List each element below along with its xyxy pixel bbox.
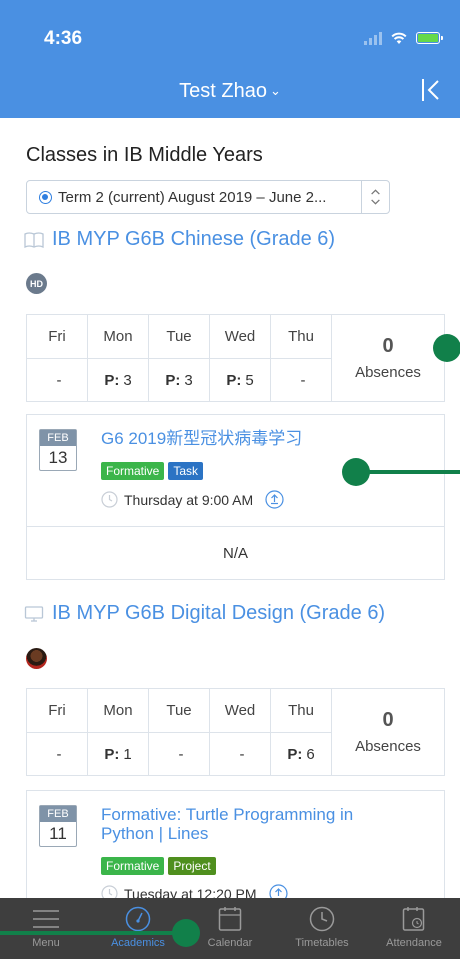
attendance-days: Fri - Mon P: 3 Tue P: 3 Wed P: 5 Thu - <box>27 315 332 401</box>
clock-icon <box>101 491 118 508</box>
day-value: P: 3 <box>104 371 132 389</box>
day-value: - <box>239 745 245 763</box>
teacher-avatar-photo <box>26 648 47 669</box>
day-header: Tue <box>149 315 209 359</box>
attendance-day-col: Fri - <box>27 689 88 775</box>
tag-formative: Formative <box>101 462 165 480</box>
monitor-icon <box>24 605 44 622</box>
clock-icon <box>309 906 335 932</box>
day-header: Tue <box>149 689 209 733</box>
task-card[interactable]: FEB 13 G6 2019新型冠状病毒学习 Formative Task Th… <box>26 414 445 580</box>
attendance-day-col: Thu - <box>271 315 332 401</box>
task-due: Tuesday at 12:20 PM <box>101 884 288 898</box>
term-select[interactable]: Term 2 (current) August 2019 – June 2... <box>26 180 390 214</box>
task-date-icon: FEB 11 <box>39 805 77 847</box>
section-title: Classes in IB Middle Years <box>26 144 263 166</box>
day-value: P: 1 <box>104 745 132 763</box>
attendance-day-col: Thu P: 6 <box>271 689 332 775</box>
student-selector[interactable]: Test Zhao ⌄ <box>0 80 460 103</box>
attendance-icon <box>402 907 425 931</box>
content-area: Classes in IB Middle Years Term 2 (curre… <box>0 118 460 898</box>
annotation-line <box>0 931 186 935</box>
attendance-days: Fri - Mon P: 1 Tue - Wed - Thu P: 6 <box>27 689 332 775</box>
stepper-icon[interactable] <box>361 181 389 213</box>
day-header: Mon <box>88 315 148 359</box>
tag-formative: Formative <box>101 857 165 875</box>
task-tags: Formative Task <box>101 462 204 480</box>
signal-icon <box>364 31 382 45</box>
day-header: Fri <box>27 689 87 733</box>
chevron-down-icon[interactable]: ⌄ <box>270 83 281 99</box>
status-icons <box>364 31 443 45</box>
absences-count: 0 <box>382 335 394 357</box>
tab-timetables[interactable]: Timetables <box>276 898 368 959</box>
class-title-chinese[interactable]: IB MYP G6B Chinese (Grade 6) <box>24 228 335 251</box>
annotation-marker <box>433 334 460 362</box>
tab-academics[interactable]: Academics <box>92 898 184 959</box>
task-due: Thursday at 9:00 AM <box>101 490 284 509</box>
absences-label: Absences <box>355 364 421 381</box>
app-header: 4:36 Test Zhao ⌄ <box>0 0 460 118</box>
gauge-icon <box>125 906 151 932</box>
day-header: Fri <box>27 315 87 359</box>
collapse-icon[interactable] <box>420 76 442 104</box>
upload-icon[interactable] <box>265 490 284 509</box>
attendance-day-col: Mon P: 3 <box>88 315 149 401</box>
task-card-top[interactable]: FEB 11 Formative: Turtle Programming in … <box>27 791 444 898</box>
day-value: - <box>178 745 184 763</box>
day-value: - <box>300 371 306 389</box>
day-value: P: 5 <box>226 371 254 389</box>
task-title[interactable]: Formative: Turtle Programming in Python … <box>101 805 401 843</box>
attendance-day-col: Wed P: 5 <box>210 315 271 401</box>
upload-icon[interactable] <box>268 884 288 898</box>
task-card[interactable]: FEB 11 Formative: Turtle Programming in … <box>26 790 445 898</box>
term-select-value: Term 2 (current) August 2019 – June 2... <box>58 188 327 206</box>
calendar-icon <box>218 907 242 931</box>
task-date-icon: FEB 13 <box>39 429 77 471</box>
day-header: Mon <box>88 689 148 733</box>
attendance-day-col: Wed - <box>210 689 271 775</box>
day-header: Wed <box>210 689 270 733</box>
task-title[interactable]: G6 2019新型冠状病毒学习 <box>101 429 430 448</box>
attendance-day-col: Fri - <box>27 315 88 401</box>
day-value: P: 3 <box>165 371 193 389</box>
student-name[interactable]: Test Zhao <box>179 80 267 102</box>
task-grade: N/A <box>222 544 248 562</box>
day-header: Thu <box>271 689 331 733</box>
day-value: P: 6 <box>287 745 315 763</box>
day-header: Thu <box>271 315 331 359</box>
task-tags: Formative Project <box>101 857 216 875</box>
wifi-icon <box>391 32 407 44</box>
absences-summary[interactable]: 0 Absences <box>332 689 444 775</box>
attendance-table: Fri - Mon P: 3 Tue P: 3 Wed P: 5 Thu - 0 Ab… <box>26 314 445 402</box>
day-value: - <box>56 371 62 389</box>
absences-count: 0 <box>382 709 394 731</box>
attendance-day-col: Mon P: 1 <box>88 689 149 775</box>
day-value: - <box>56 745 62 763</box>
absences-label: Absences <box>355 738 421 755</box>
tab-bar: Menu Academics Calendar Timetables Atten… <box>0 898 460 959</box>
attendance-day-col: Tue P: 3 <box>149 315 210 401</box>
class-title-digital-design[interactable]: IB MYP G6B Digital Design (Grade 6) <box>24 602 385 625</box>
teacher-avatar: HD <box>26 273 47 294</box>
attendance-table: Fri - Mon P: 1 Tue - Wed - Thu P: 6 0 Abse… <box>26 688 445 776</box>
tag-project: Project <box>168 857 216 875</box>
day-header: Wed <box>210 315 270 359</box>
book-icon <box>24 231 44 248</box>
clock-icon <box>101 885 118 898</box>
attendance-day-col: Tue - <box>149 689 210 775</box>
absences-summary[interactable]: 0 Absences <box>332 315 444 401</box>
radio-selected-icon <box>39 190 52 204</box>
battery-icon <box>416 32 443 44</box>
tab-attendance[interactable]: Attendance <box>368 898 460 959</box>
status-time: 4:36 <box>44 28 83 49</box>
tag-task: Task <box>168 462 204 480</box>
annotation-line <box>356 470 460 474</box>
menu-icon <box>33 910 59 928</box>
tab-menu[interactable]: Menu <box>0 898 92 959</box>
